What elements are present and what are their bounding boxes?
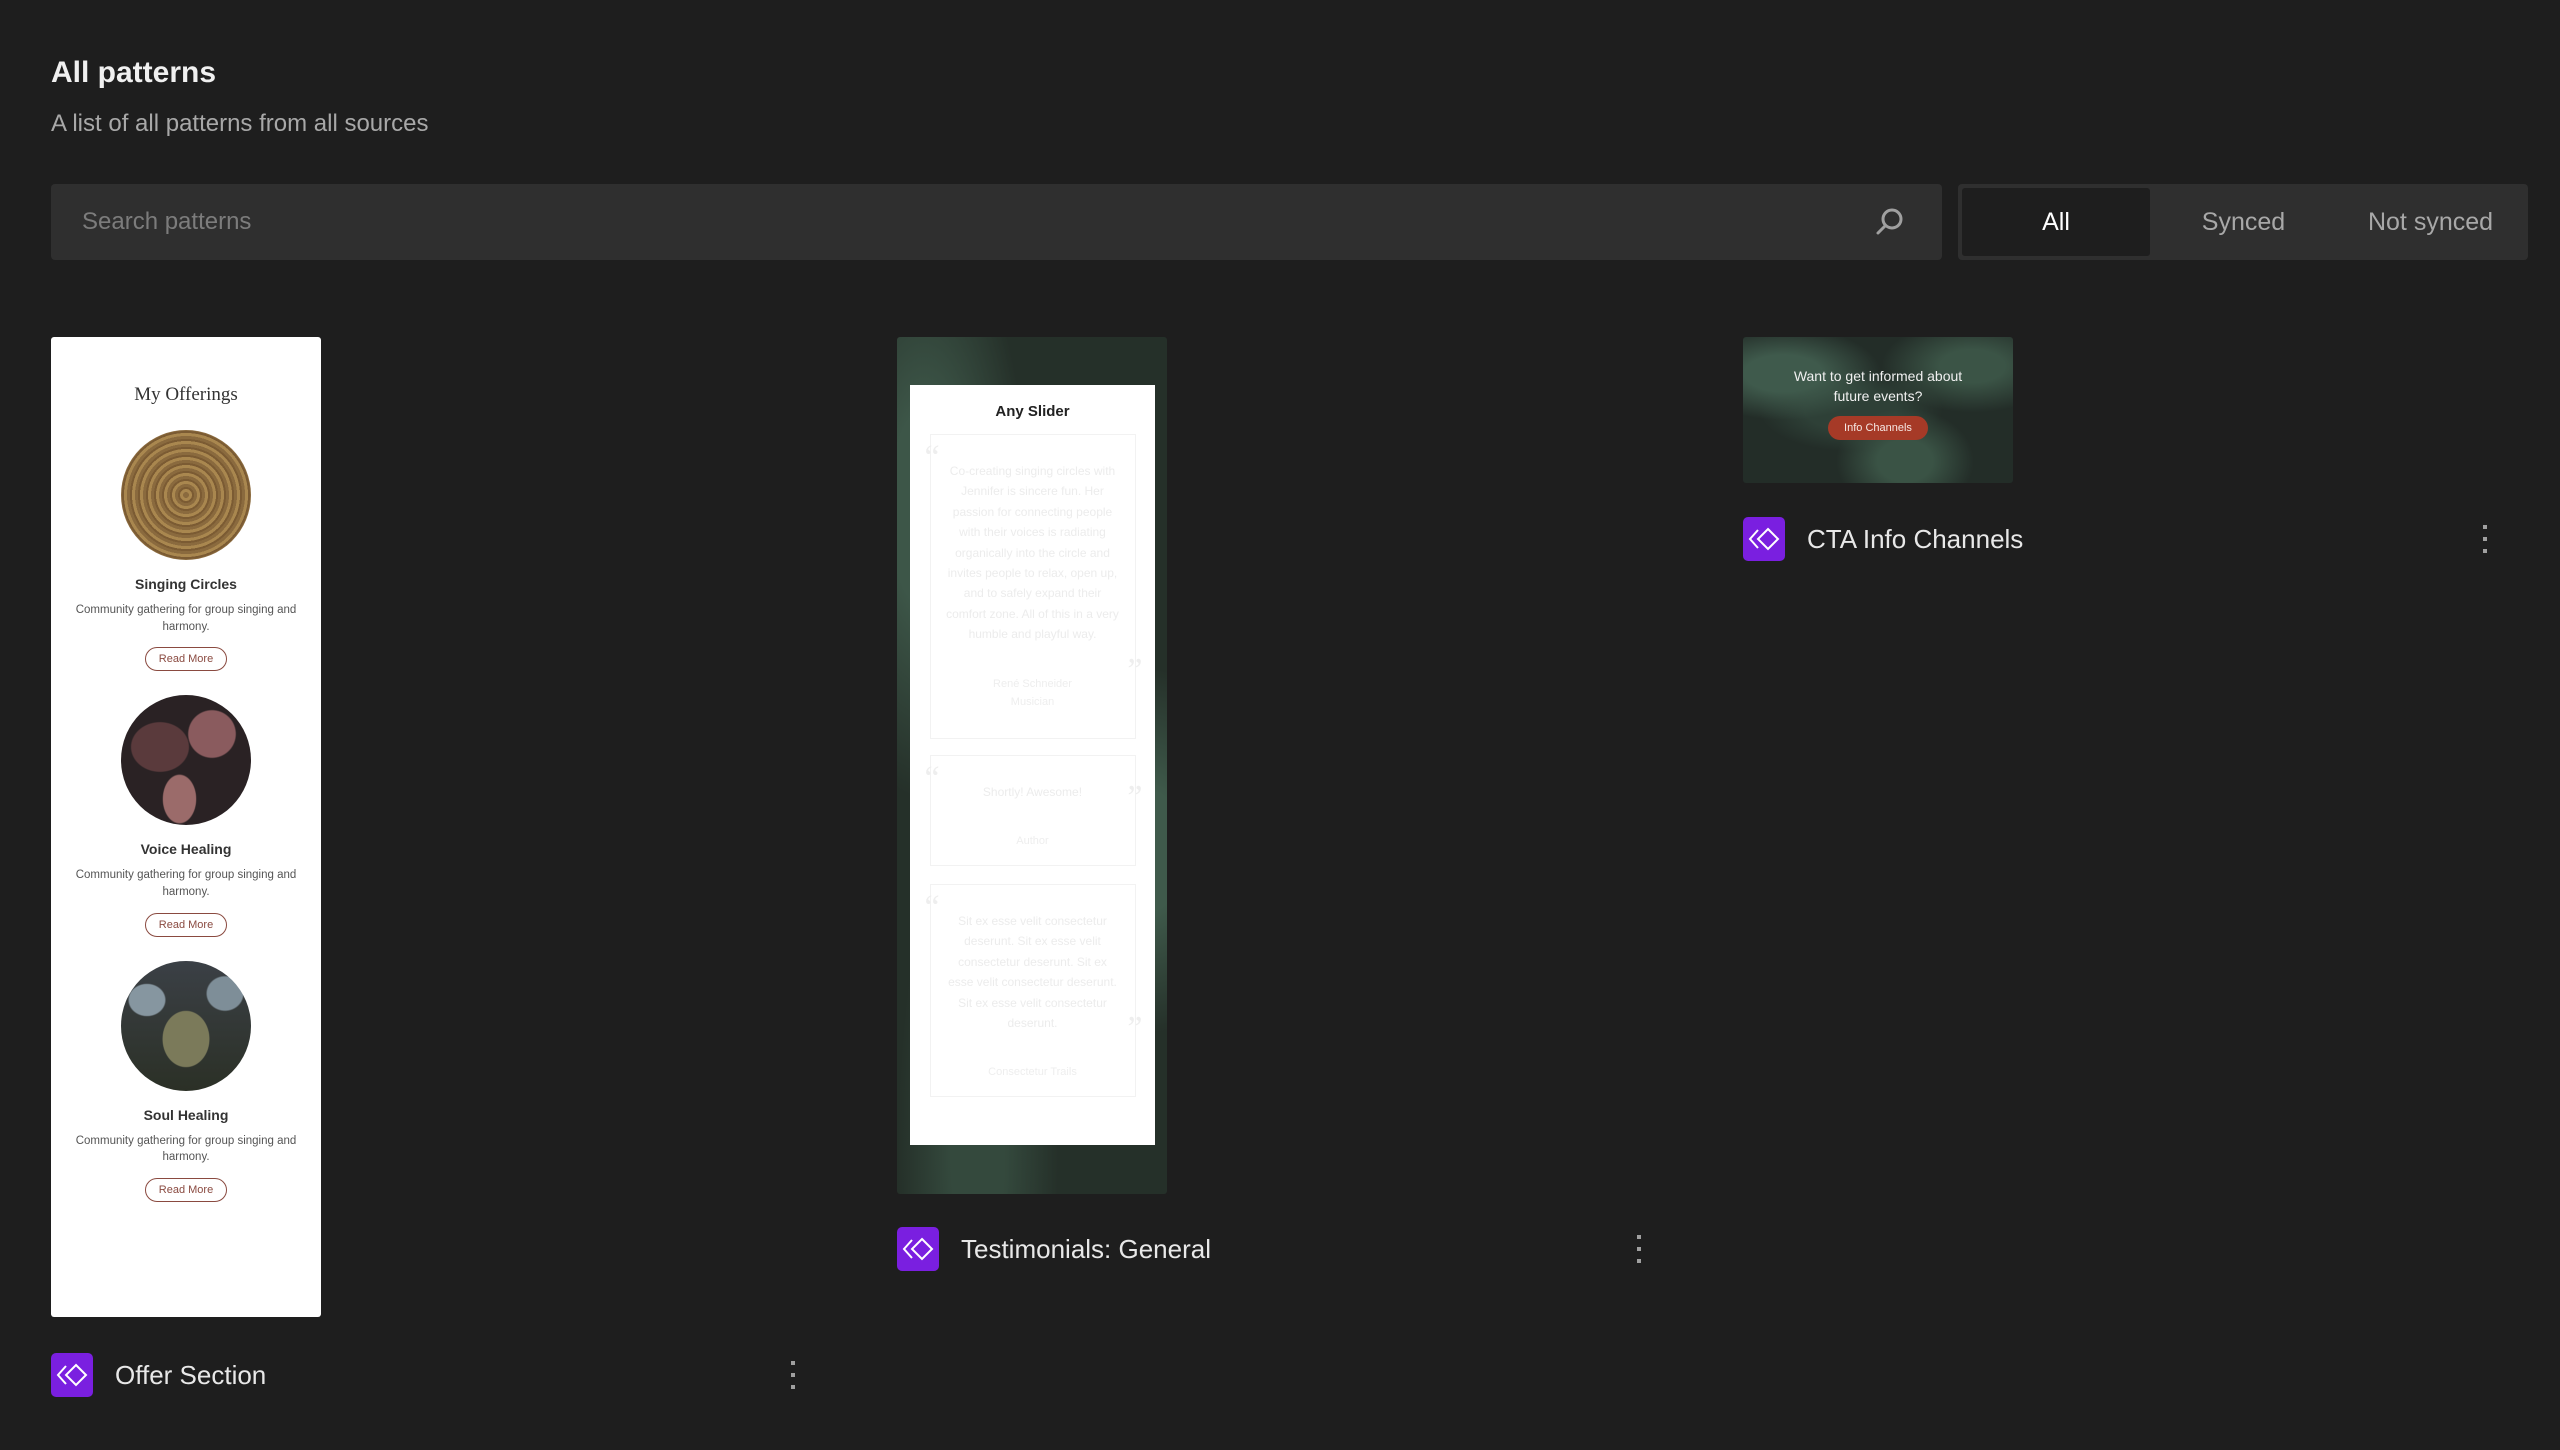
offering-description: Community gathering for group singing an… <box>75 869 297 899</box>
pattern-icon <box>897 1227 939 1271</box>
slider-panel: Any Slider “ Co-creating singing circles… <box>910 385 1155 1145</box>
quote-close-icon: ” <box>1127 779 1143 817</box>
pattern-preview[interactable]: Any Slider “ Co-creating singing circles… <box>897 337 1167 1194</box>
pattern-icon <box>1743 517 1785 561</box>
quote-open-icon: “ <box>924 760 940 797</box>
read-more-button: Read More <box>144 1178 228 1203</box>
more-vertical-icon[interactable] <box>2475 519 2495 559</box>
offering-name: Singing Circles <box>135 576 237 592</box>
quote-open-icon: “ <box>924 439 940 476</box>
testimonial: “ Shortly! Awesome! Author ” <box>925 755 1143 867</box>
pattern-card-testimonials-general: Any Slider “ Co-creating singing circles… <box>897 337 1641 1271</box>
offering-item: Singing Circles Community gathering for … <box>51 430 321 672</box>
pattern-card-offer-section: My Offerings Singing Circles Community g… <box>51 337 795 1397</box>
page-title: All patterns <box>51 56 217 89</box>
pattern-footer: Offer Section <box>51 1353 811 1397</box>
preview-heading: Any Slider <box>995 403 1070 420</box>
filter-synced[interactable]: Synced <box>2150 188 2337 256</box>
testimonial-author: Consectetur Trails <box>988 1066 1077 1079</box>
testimonial-role: Musician <box>1010 696 1055 709</box>
offering-description: Community gathering for group singing an… <box>75 604 297 633</box>
testimonial: “ Co-creating singing circles with Jenni… <box>925 434 1143 739</box>
search-input[interactable] <box>51 184 1870 260</box>
quote-close-icon: ” <box>1127 1010 1143 1048</box>
testimonial-quote: Sit ex esse velit consectetur deserunt. … <box>948 914 1117 1031</box>
testimonial-author: Author <box>1016 835 1049 848</box>
cta-text: Want to get informed about future events… <box>1793 368 1963 404</box>
offering-description: Community gathering for group singing an… <box>75 1134 297 1164</box>
testimonial: “ Sit ex esse velit consectetur deserunt… <box>925 884 1143 1098</box>
pattern-title[interactable]: Testimonials: General <box>961 1234 1629 1265</box>
testimonial-quote: Co-creating singing circles with Jennife… <box>946 464 1119 642</box>
offering-name: Voice Healing <box>140 841 232 858</box>
offering-name: Soul Healing <box>143 1106 229 1123</box>
offering-item: Soul Healing Community gathering for gro… <box>51 960 321 1203</box>
offering-image <box>121 695 251 826</box>
read-more-button: Read More <box>144 647 228 672</box>
quote-close-icon: ” <box>1127 652 1143 689</box>
testimonial-author: René Schneider <box>993 677 1072 690</box>
pattern-icon <box>51 1353 93 1397</box>
testimonial-quote: Shortly! Awesome! <box>982 785 1083 799</box>
read-more-button: Read More <box>144 912 228 937</box>
pattern-preview[interactable]: Want to get informed about future events… <box>1743 337 2013 483</box>
offering-image <box>121 960 251 1091</box>
info-channels-button: Info Channels <box>1828 416 1928 441</box>
pattern-title[interactable]: Offer Section <box>115 1360 783 1391</box>
offering-image <box>121 430 251 560</box>
filter-all[interactable]: All <box>1962 188 2150 256</box>
pattern-title[interactable]: CTA Info Channels <box>1807 524 2475 555</box>
search-box <box>51 184 1942 260</box>
sync-filter-toggle: All Synced Not synced <box>1958 184 2528 260</box>
page-subtitle: A list of all patterns from all sources <box>51 110 429 137</box>
offering-item: Voice Healing Community gathering for gr… <box>51 695 321 937</box>
pattern-preview[interactable]: My Offerings Singing Circles Community g… <box>51 337 321 1317</box>
pattern-footer: Testimonials: General <box>897 1227 1657 1271</box>
quote-open-icon: “ <box>924 889 940 927</box>
patterns-page: All patterns A list of all patterns from… <box>0 0 2560 1450</box>
search-icon[interactable] <box>1870 202 1910 242</box>
pattern-card-cta-info-channels: Want to get informed about future events… <box>1743 337 2487 561</box>
more-vertical-icon[interactable] <box>783 1355 803 1395</box>
pattern-footer: CTA Info Channels <box>1743 517 2503 561</box>
preview-heading: My Offerings <box>134 384 238 405</box>
filter-not-synced[interactable]: Not synced <box>2337 188 2524 256</box>
more-vertical-icon[interactable] <box>1629 1229 1649 1269</box>
